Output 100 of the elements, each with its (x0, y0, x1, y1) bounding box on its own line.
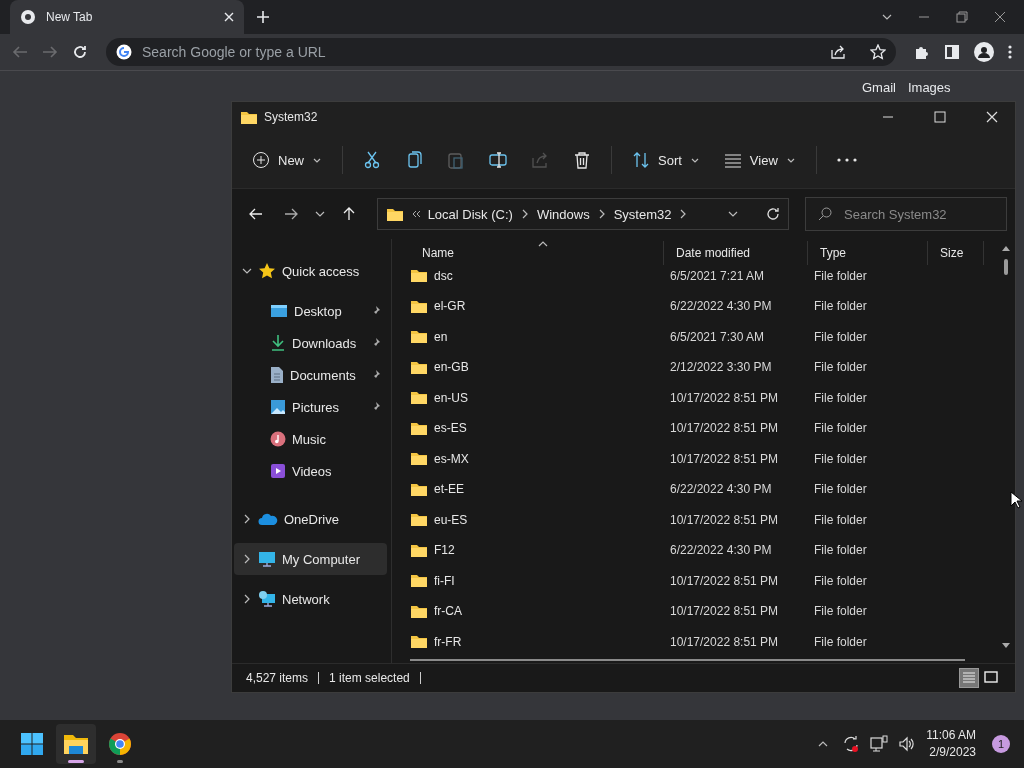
browser-tab[interactable]: New Tab (10, 0, 244, 34)
file-name: fi-FI (434, 573, 455, 588)
breadcrumb-item[interactable]: Local Disk (C:) (427, 206, 513, 222)
file-name: eu-ES (434, 512, 468, 527)
omnibox-input[interactable]: Search Google or type a URL (140, 43, 822, 61)
computer-icon (258, 550, 276, 568)
folder-icon (410, 573, 428, 589)
chevron-right-icon (242, 514, 252, 524)
scroll-down-icon (1002, 643, 1010, 649)
reload-icon (72, 44, 88, 60)
type-cell-text: File folder (813, 299, 868, 314)
desktop-icon (270, 303, 288, 319)
horizontal-scrollbar[interactable] (410, 659, 965, 661)
file-name: en (434, 329, 448, 344)
search-box[interactable]: Search System32 (805, 197, 1007, 231)
puzzle-icon (914, 44, 930, 60)
command-menu-button[interactable]: Sort (622, 142, 710, 178)
search-icon (818, 207, 832, 221)
page-link[interactable]: Images (907, 80, 951, 95)
nav-item[interactable]: Pictures (234, 391, 387, 423)
google-icon (116, 44, 132, 60)
column-header[interactable]: Type (808, 240, 928, 265)
column-header[interactable]: Name (410, 240, 664, 265)
trash-icon (573, 151, 591, 169)
volume-icon (898, 735, 917, 753)
cloud-icon (258, 512, 278, 526)
type-cell-text: File folder (813, 543, 868, 558)
column-header[interactable]: Date modified (664, 240, 808, 265)
search-input[interactable]: Search System32 (842, 205, 996, 223)
folder-icon (410, 329, 428, 345)
folder-icon (410, 481, 428, 497)
folder-icon (410, 390, 428, 406)
file-name: F12 (434, 543, 455, 558)
date-cell-text: 6/22/2022 4:30 PM (669, 543, 773, 558)
nav-item[interactable]: Videos (234, 455, 387, 487)
file-name: en-GB (434, 360, 469, 375)
file-name: fr-FR (434, 634, 462, 649)
nav-item[interactable]: Network (234, 583, 387, 615)
notification-badge[interactable]: 1 (992, 735, 1010, 753)
folder-icon (410, 359, 428, 375)
type-cell-text: File folder (813, 451, 868, 466)
chevron-down-icon (242, 266, 252, 276)
file-name: en-US (434, 390, 468, 405)
nav-item[interactable]: My Computer (234, 543, 387, 575)
breadcrumb-item[interactable]: System32 (613, 206, 672, 222)
page-link[interactable]: Gmail (862, 80, 896, 95)
breadcrumb-item[interactable]: Windows (536, 206, 590, 222)
refresh-icon (766, 207, 780, 221)
plus-circle-icon (252, 151, 270, 169)
nav-item[interactable]: Desktop (234, 295, 387, 327)
list-view-icon (723, 151, 742, 169)
clock-date[interactable]: 2/9/2023 (929, 744, 976, 761)
date-cell-text: 2/12/2022 3:30 PM (669, 360, 773, 375)
selection-count: 1 item selected (329, 671, 410, 685)
taskbar-app[interactable] (56, 724, 96, 764)
side-panel-icon (944, 44, 960, 60)
type-cell-text: File folder (813, 329, 868, 344)
type-cell-text: File folder (813, 604, 868, 619)
nav-item[interactable]: OneDrive (234, 503, 387, 535)
copy-icon (405, 151, 423, 169)
column-header[interactable]: Size (928, 240, 984, 265)
file-name: es-ES (434, 421, 467, 436)
file-name: el-GR (434, 299, 466, 314)
chrome-icon (108, 732, 132, 756)
file-name: dsc (434, 268, 453, 283)
folder-icon (410, 603, 428, 619)
address-bar[interactable]: Local Disk (C:) Windows System32 (376, 198, 789, 230)
pictures-icon (270, 399, 286, 415)
nav-item[interactable]: Documents (234, 359, 387, 391)
maximize-icon (934, 111, 946, 123)
command-menu-button[interactable]: New (242, 142, 332, 178)
file-name: fr-CA (434, 604, 462, 619)
omnibox[interactable]: Search Google or type a URL (106, 38, 896, 66)
date-cell-text: 10/17/2022 8:51 PM (669, 573, 780, 588)
scroll-up-icon (1002, 245, 1010, 251)
star-icon (258, 262, 276, 280)
type-cell-text: File folder (813, 360, 868, 375)
document-icon (270, 366, 284, 384)
item-count: 4,527 items (246, 671, 309, 685)
scissors-icon (363, 151, 381, 169)
nav-item[interactable]: Music (234, 423, 387, 455)
chevron-right-icon (242, 554, 252, 564)
caret-icon (728, 209, 738, 219)
avatar-icon (974, 42, 994, 62)
details-icon (962, 671, 976, 685)
network-icon (870, 735, 889, 753)
cursor-icon (1010, 491, 1022, 509)
date-cell-text: 6/5/2021 7:21 AM (669, 268, 766, 283)
folder-icon (410, 298, 428, 314)
folder-icon (410, 542, 428, 558)
command-menu-button[interactable]: View (713, 142, 806, 178)
share-icon (531, 151, 549, 169)
nav-item[interactable]: Quick access (234, 255, 387, 287)
folder-icon (410, 268, 428, 284)
music-icon (270, 431, 286, 447)
caret-icon (315, 209, 326, 219)
folder-icon (385, 206, 404, 222)
nav-item[interactable]: Downloads (234, 327, 387, 359)
clock-time[interactable]: 11:06 AM (926, 727, 976, 744)
scrollbar[interactable] (1001, 245, 1011, 649)
